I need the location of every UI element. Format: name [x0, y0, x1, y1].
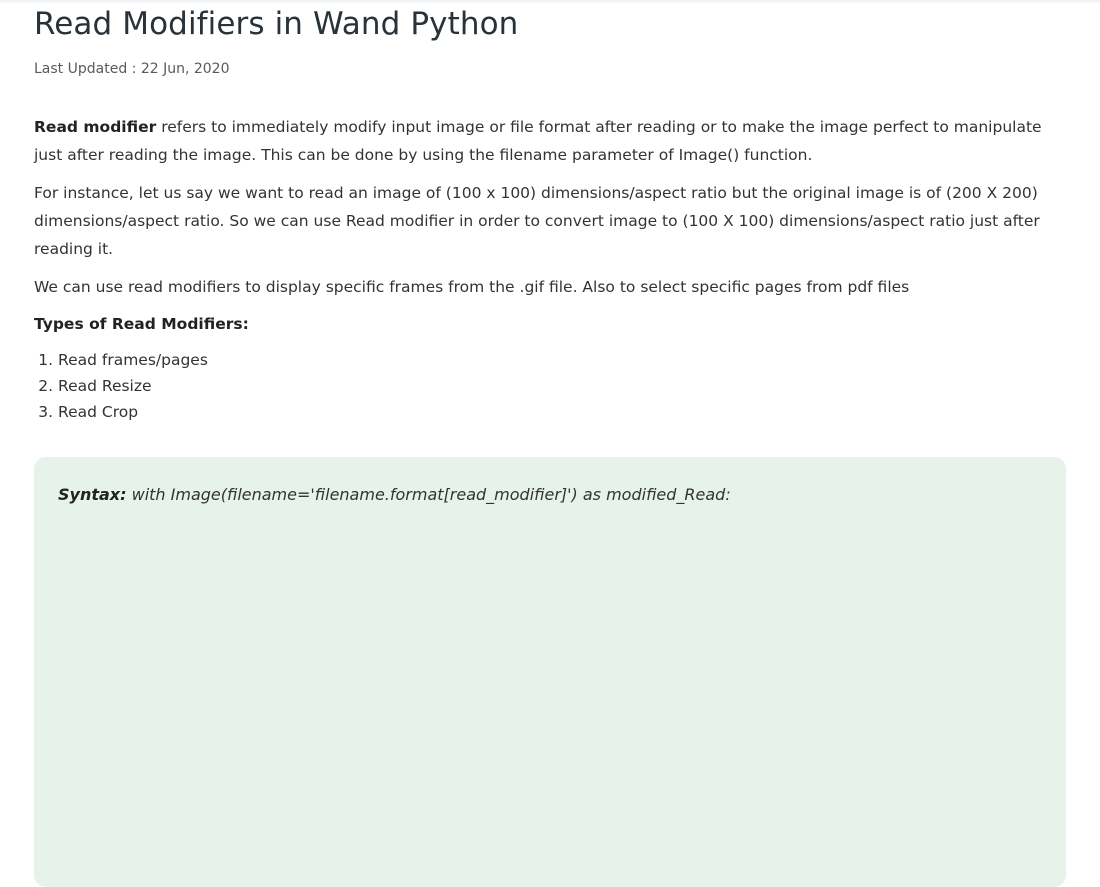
- syntax-code: with Image(filename='filename.format[rea…: [126, 485, 731, 504]
- intro-text: refers to immediately modify input image…: [34, 118, 1042, 164]
- list-item: Read frames/pages: [58, 347, 1066, 373]
- intro-paragraph: Read modifier refers to immediately modi…: [34, 113, 1066, 169]
- last-updated: Last Updated : 22 Jun, 2020: [34, 61, 1066, 77]
- read-modifier-term: Read modifier: [34, 118, 157, 136]
- types-heading: Types of Read Modifiers:: [34, 315, 249, 333]
- types-list: Read frames/pages Read Resize Read Crop: [34, 347, 1066, 425]
- list-item: Read Resize: [58, 373, 1066, 399]
- list-item: Read Crop: [58, 399, 1066, 425]
- last-updated-label: Last Updated :: [34, 61, 141, 77]
- page-title: Read Modifiers in Wand Python: [34, 6, 519, 42]
- usage-paragraph: We can use read modifiers to display spe…: [34, 278, 910, 296]
- last-updated-date: 22 Jun, 2020: [140, 61, 230, 77]
- example-paragraph: For instance, let us say we want to read…: [34, 184, 1040, 258]
- syntax-label: Syntax:: [58, 485, 127, 504]
- syntax-line: Syntax: with Image(filename='filename.fo…: [58, 483, 731, 507]
- article: Read Modifiers in Wand Python Last Updat…: [34, 0, 1066, 425]
- syntax-box: Syntax: with Image(filename='filename.fo…: [34, 457, 1066, 887]
